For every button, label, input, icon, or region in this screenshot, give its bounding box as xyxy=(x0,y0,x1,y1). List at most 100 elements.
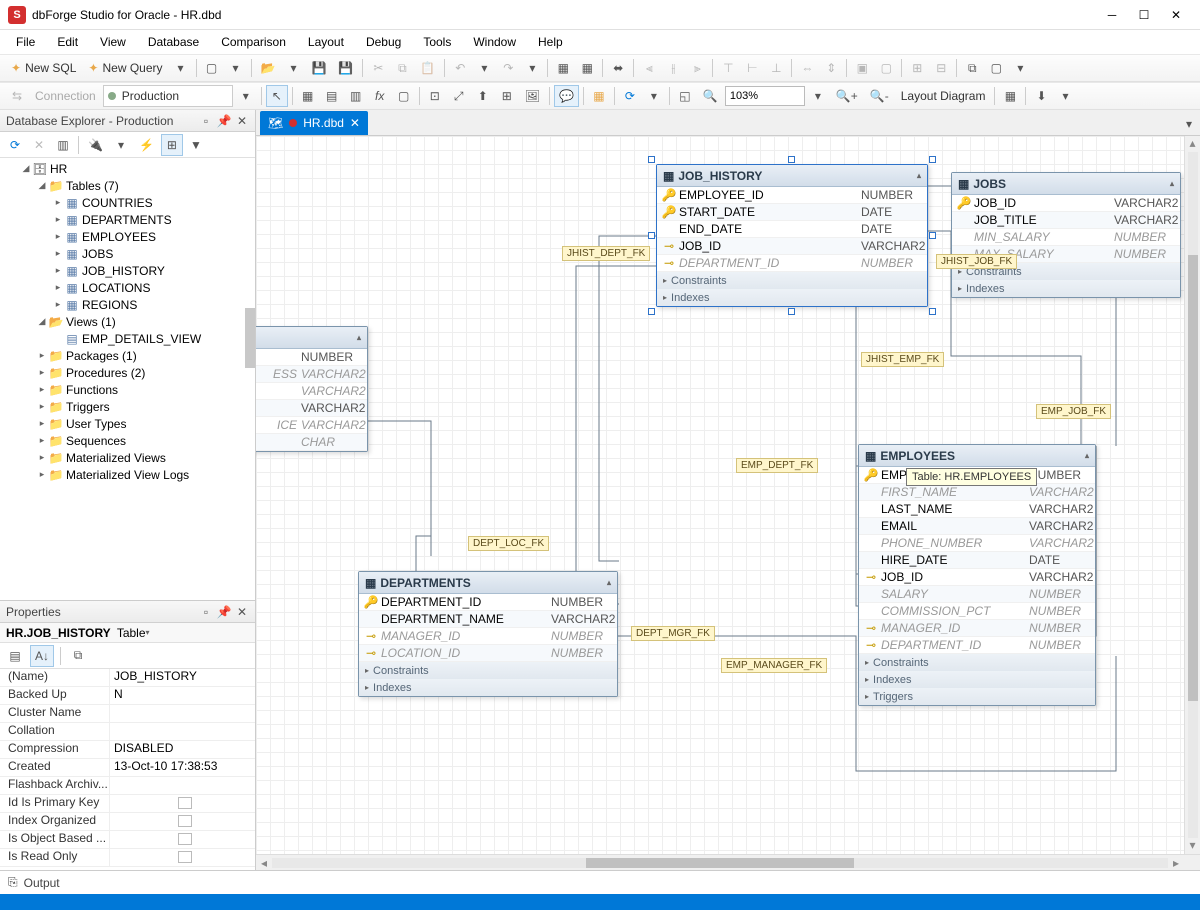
menu-layout[interactable]: Layout xyxy=(298,32,354,52)
entity-column[interactable]: ESSVARCHAR2 xyxy=(256,366,367,383)
entity-section[interactable]: ▸Constraints xyxy=(859,654,1095,671)
dropdown-icon[interactable]: ▾ xyxy=(1054,85,1076,107)
toolbar-icon[interactable]: ⊞ xyxy=(496,85,518,107)
scroll-down-icon[interactable]: ▾ xyxy=(1189,838,1195,854)
property-row[interactable]: Id Is Primary Key xyxy=(0,795,255,813)
entity-column[interactable]: 🔑EMPLOYEE_IDNUMBER xyxy=(657,187,927,204)
entity-column[interactable]: VARCHAR2 xyxy=(256,383,367,400)
tree-folder-item[interactable]: ▸📁Functions xyxy=(0,381,255,398)
close-button[interactable]: ✕ xyxy=(1160,1,1192,29)
connection-dropdown[interactable]: Production xyxy=(103,85,233,107)
entity-section[interactable]: ▸Constraints xyxy=(657,272,927,289)
toolbar-icon[interactable]: ▾ xyxy=(225,57,247,79)
tree-db[interactable]: ◢🗄HR xyxy=(0,160,255,177)
dropdown-icon[interactable]: ▾ xyxy=(521,57,543,79)
entity-section[interactable]: ▸Indexes xyxy=(952,280,1180,297)
image-icon[interactable]: 🖼 xyxy=(520,85,545,107)
dropdown-icon[interactable]: ▾ xyxy=(235,85,257,107)
zoom-icon[interactable]: 🔍 xyxy=(698,85,723,107)
toolbar-icon[interactable]: ⧉ xyxy=(961,57,983,79)
zoom-input[interactable] xyxy=(725,86,805,106)
toolbar-icon[interactable]: ▢ xyxy=(985,57,1007,79)
entity-column[interactable]: ⊸DEPARTMENT_IDNUMBER xyxy=(859,637,1095,654)
fk-label[interactable]: JHIST_DEPT_FK xyxy=(562,246,650,261)
fk-label[interactable]: DEPT_LOC_FK xyxy=(468,536,549,551)
entity-column[interactable]: ⊸JOB_IDVARCHAR2 xyxy=(657,238,927,255)
entity-column[interactable]: COMMISSION_PCTNUMBER xyxy=(859,603,1095,620)
maximize-button[interactable]: ☐ xyxy=(1128,1,1160,29)
toolbar-icon[interactable]: 🔌 xyxy=(83,134,108,156)
entity-departments[interactable]: ▦DEPARTMENTS▴ 🔑DEPARTMENT_IDNUMBERDEPART… xyxy=(358,571,618,697)
property-row[interactable]: Is Read Only xyxy=(0,849,255,867)
window-pos-icon[interactable]: ▫ xyxy=(199,605,213,619)
tree-table-item[interactable]: ▸▦JOBS xyxy=(0,245,255,262)
zoom-fit-icon[interactable]: ◱ xyxy=(674,85,696,107)
menu-window[interactable]: Window xyxy=(463,32,526,52)
save-icon[interactable]: 💾 xyxy=(306,57,331,79)
entity-column[interactable]: ⊸MANAGER_IDNUMBER xyxy=(359,628,617,645)
dropdown-icon[interactable]: ▾ xyxy=(110,134,132,156)
layout-diagram-button[interactable]: Layout Diagram xyxy=(896,85,991,107)
menu-debug[interactable]: Debug xyxy=(356,32,411,52)
dropdown-icon[interactable]: ▾ xyxy=(473,57,495,79)
menu-view[interactable]: View xyxy=(90,32,136,52)
entity-column[interactable]: HIRE_DATEDATE xyxy=(859,552,1095,569)
property-row[interactable]: Index Organized xyxy=(0,813,255,831)
zoom-out-icon[interactable]: 🔍- xyxy=(865,85,894,107)
tab-hr-dbd[interactable]: 🗺 HR.dbd ✕ xyxy=(260,111,368,135)
new-query-button[interactable]: ✦New Query xyxy=(83,57,167,79)
entity-column[interactable]: 🔑START_DATEDATE xyxy=(657,204,927,221)
entity-column[interactable]: NUMBER xyxy=(256,349,367,366)
entity-column[interactable]: LAST_NAMEVARCHAR2 xyxy=(859,501,1095,518)
tree-table-item[interactable]: ▸▦LOCATIONS xyxy=(0,279,255,296)
toolbar-icon[interactable]: ⬆ xyxy=(472,85,494,107)
fk-label[interactable]: DEPT_MGR_FK xyxy=(631,626,715,641)
db-tree[interactable]: ◢🗄HR ◢📁Tables (7) ▸▦COUNTRIES▸▦DEPARTMEN… xyxy=(0,158,255,600)
pointer-icon[interactable]: ↖ xyxy=(266,85,288,107)
scroll-up-icon[interactable]: ▴ xyxy=(1189,136,1195,152)
entity-column[interactable]: ⊸LOCATION_IDNUMBER xyxy=(359,645,617,662)
toolbar-icon[interactable]: ▥ xyxy=(345,85,367,107)
scroll-right-icon[interactable]: ▸ xyxy=(1168,856,1184,870)
menu-tools[interactable]: Tools xyxy=(413,32,461,52)
property-row[interactable]: Cluster Name xyxy=(0,705,255,723)
entity-column[interactable]: MIN_SALARYNUMBER xyxy=(952,229,1180,246)
fk-label[interactable]: JHIST_JOB_FK xyxy=(936,254,1017,269)
open-icon[interactable]: 📂 xyxy=(256,57,281,79)
dropdown-icon[interactable]: ▾ xyxy=(1009,57,1031,79)
view-icon[interactable]: ▤ xyxy=(321,85,343,107)
tree-view-item[interactable]: ▤EMP_DETAILS_VIEW xyxy=(0,330,255,347)
property-row[interactable]: Backed UpN xyxy=(0,687,255,705)
note-icon[interactable]: 💬 xyxy=(554,85,579,107)
property-row[interactable]: Collation xyxy=(0,723,255,741)
tab-close-icon[interactable]: ✕ xyxy=(350,116,360,130)
entity-jobs[interactable]: ▦JOBS▴ 🔑JOB_IDVARCHAR2JOB_TITLEVARCHAR2M… xyxy=(951,172,1181,298)
table-icon[interactable]: ▦ xyxy=(297,85,319,107)
tree-tables-folder[interactable]: ◢📁Tables (7) xyxy=(0,177,255,194)
tab-menu-icon[interactable]: ▾ xyxy=(1178,113,1200,135)
close-icon[interactable]: ✕ xyxy=(235,605,249,619)
fx-icon[interactable]: fx xyxy=(369,85,391,107)
menu-edit[interactable]: Edit xyxy=(47,32,88,52)
toolbar-icon[interactable]: ⊞ xyxy=(161,134,183,156)
property-row[interactable]: (Name)JOB_HISTORY xyxy=(0,669,255,687)
property-row[interactable]: Flashback Archiv... xyxy=(0,777,255,795)
tree-folder-item[interactable]: ▸📁Triggers xyxy=(0,398,255,415)
entity-column[interactable]: ICEVARCHAR2 xyxy=(256,417,367,434)
property-row[interactable]: CompressionDISABLED xyxy=(0,741,255,759)
entity-column[interactable]: JOB_TITLEVARCHAR2 xyxy=(952,212,1180,229)
properties-subject[interactable]: HR.JOB_HISTORY Table ▾ xyxy=(0,623,255,643)
output-label[interactable]: Output xyxy=(24,876,60,890)
minimize-button[interactable]: ─ xyxy=(1096,1,1128,29)
fk-label[interactable]: JHIST_EMP_FK xyxy=(861,352,944,367)
menu-file[interactable]: File xyxy=(6,32,45,52)
zoom-in-icon[interactable]: 🔍+ xyxy=(831,85,863,107)
dropdown-icon[interactable]: ▾ xyxy=(170,57,192,79)
close-icon[interactable]: ✕ xyxy=(235,114,249,128)
entity-column[interactable]: EMAILVARCHAR2 xyxy=(859,518,1095,535)
property-row[interactable]: Is Object Based ... xyxy=(0,831,255,849)
vscroll-thumb[interactable] xyxy=(1188,255,1198,701)
properties-grid[interactable]: (Name)JOB_HISTORYBacked UpNCluster NameC… xyxy=(0,669,255,867)
entity-column[interactable]: SALARYNUMBER xyxy=(859,586,1095,603)
menu-database[interactable]: Database xyxy=(138,32,209,52)
